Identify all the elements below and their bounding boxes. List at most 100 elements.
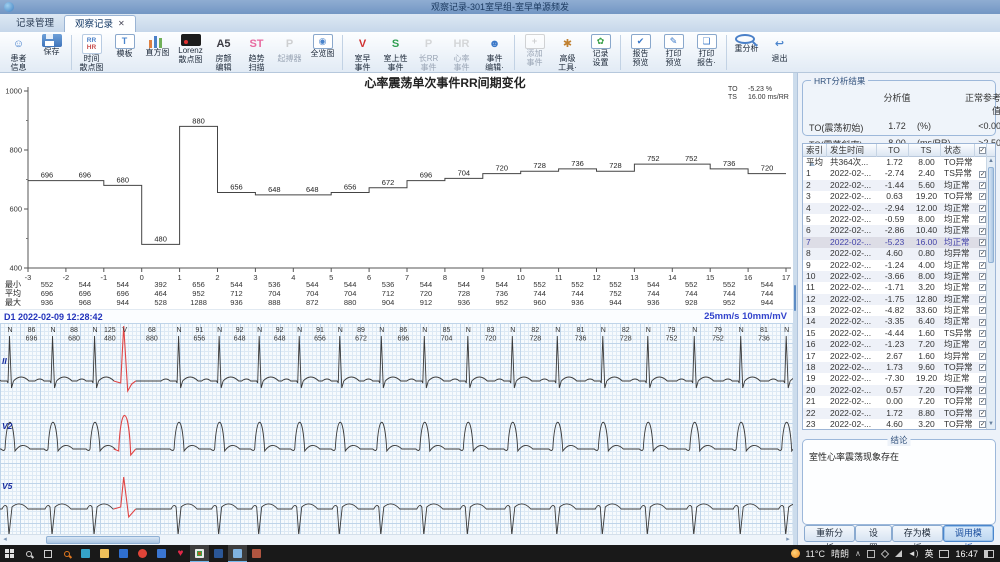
row-checkbox[interactable]: ✓ — [979, 262, 986, 269]
toolbar-record-settings-button[interactable]: ✿记录设置 — [584, 33, 617, 72]
row-checkbox[interactable]: ✓ — [979, 182, 986, 189]
table-row[interactable]: 82022-02-...4.600.80均异常✓ — [803, 248, 995, 259]
toolbar-event-edit-button[interactable]: ☻事件编辑· — [478, 33, 511, 72]
row-checkbox[interactable]: ✓ — [979, 364, 986, 371]
select-all-checkbox[interactable]: ✓ — [979, 147, 986, 154]
table-row[interactable]: 22022-02-...-1.445.60均正常✓ — [803, 180, 995, 191]
table-row[interactable]: 72022-02-...-5.2316.00均正常✓ — [803, 237, 995, 248]
row-checkbox[interactable]: ✓ — [979, 250, 986, 257]
toolbar-af-edit-button[interactable]: A5房颤编辑 — [207, 33, 240, 72]
table-row[interactable]: 132022-02-...-4.8233.60均正常✓ — [803, 305, 995, 316]
volume-icon[interactable]: ◄) — [908, 549, 919, 558]
toolbar-lorenz-scatter-button[interactable]: Lorenz散点图 — [174, 33, 207, 72]
row-checkbox[interactable]: ✓ — [979, 421, 986, 428]
table-row[interactable]: 122022-02-...-1.7512.80均正常✓ — [803, 294, 995, 305]
table-row[interactable]: 182022-02-...1.739.60TO异常✓ — [803, 362, 995, 373]
table-row[interactable]: 162022-02-...-1.237.20均正常✓ — [803, 339, 995, 350]
toolbar-print-preview-button[interactable]: ✎打印预览 — [657, 33, 690, 72]
taskbar-app-red-icon[interactable] — [247, 545, 266, 562]
security-tray-icon[interactable] — [881, 549, 889, 557]
table-row[interactable]: 32022-02-...0.6319.20TO异常✓ — [803, 191, 995, 202]
table-row[interactable]: 232022-02-...4.603.20TO异常✓ — [803, 419, 995, 430]
weather-sun-icon[interactable] — [791, 549, 800, 558]
row-checkbox[interactable]: ✓ — [979, 387, 986, 394]
taskbar-photos-icon[interactable] — [114, 545, 133, 562]
row-checkbox[interactable]: ✓ — [979, 284, 986, 291]
row-checkbox[interactable]: ✓ — [979, 296, 986, 303]
tab-observe-record[interactable]: 观察记录 ✕ — [64, 15, 136, 32]
ecg-horizontal-scrollbar[interactable]: ◂ ▸ — [0, 534, 793, 545]
toolbar-pvc-event-button[interactable]: V室早事件 — [346, 33, 379, 72]
toolbar-trend-scan-button[interactable]: ST趋势扫描 — [240, 33, 273, 72]
load-template-button[interactable]: 调用模板 — [943, 525, 994, 542]
toolbar-rr-hr-scatter-button[interactable]: RRHR时间散点图 — [75, 33, 108, 72]
table-row[interactable]: 152022-02-...-4.441.60TS异常✓ — [803, 328, 995, 339]
row-checkbox[interactable]: ✓ — [979, 319, 986, 326]
taskbar-chrome-icon[interactable] — [133, 545, 152, 562]
taskbar-ecg-app-icon[interactable] — [228, 545, 247, 562]
row-checkbox[interactable]: ✓ — [979, 193, 986, 200]
taskbar-task-view-icon[interactable] — [38, 545, 57, 562]
input-language-indicator[interactable]: 英 — [924, 547, 933, 560]
row-checkbox[interactable]: ✓ — [979, 330, 986, 337]
table-row[interactable]: 62022-02-...-2.8610.40均正常✓ — [803, 225, 995, 236]
row-checkbox[interactable]: ✓ — [979, 341, 986, 348]
column-header-index[interactable]: 索引 — [803, 144, 827, 157]
row-checkbox[interactable]: ✓ — [979, 273, 986, 280]
column-header-to[interactable]: TO — [877, 144, 909, 157]
toolbar-report-preview-button[interactable]: ✔报告预览 — [624, 33, 657, 72]
row-checkbox[interactable]: ✓ — [979, 171, 986, 178]
taskbar-file-explorer-icon[interactable] — [95, 545, 114, 562]
table-row[interactable]: 212022-02-...0.007.20TO异常✓ — [803, 396, 995, 407]
table-row[interactable]: 92022-02-...-1.244.00均正常✓ — [803, 260, 995, 271]
row-checkbox[interactable]: ✓ — [979, 376, 986, 383]
reanalyze-button[interactable]: 重新分析 — [804, 525, 855, 542]
column-header-ts[interactable]: TS — [909, 144, 941, 157]
column-header-checkbox[interactable]: ✓ — [975, 144, 987, 157]
toolbar-print-report-button[interactable]: ❏打印报告· — [690, 33, 723, 72]
scrollbar-thumb[interactable] — [988, 167, 994, 263]
scrollbar-thumb[interactable] — [46, 536, 160, 544]
table-row[interactable]: 202022-02-...0.577.20TO异常✓ — [803, 385, 995, 396]
toolbar-histogram-button[interactable]: 直方图 — [141, 33, 174, 72]
row-checkbox[interactable]: ✓ — [979, 228, 986, 235]
scroll-up-icon[interactable]: ▲ — [987, 157, 995, 166]
tray-expand-icon[interactable]: ∧ — [855, 549, 861, 558]
notification-center-icon[interactable] — [984, 550, 994, 558]
hrt-chart-panel[interactable]: 心率震荡单次事件RR间期变化TO-5.23 %TS16.00 ms/RR4006… — [0, 73, 793, 310]
table-row[interactable]: 平均共364次...1.728.00TO异常 — [803, 157, 995, 168]
row-checkbox[interactable]: ✓ — [979, 353, 986, 360]
column-header-status[interactable]: 状态 — [941, 144, 975, 157]
scroll-left-icon[interactable]: ◂ — [0, 535, 10, 545]
toolbar-reanalyze-button[interactable]: 重分析 — [730, 33, 763, 72]
row-checkbox[interactable]: ✓ — [979, 307, 986, 314]
display-tray-icon[interactable] — [867, 550, 875, 558]
table-row[interactable]: 102022-02-...-3.668.00均正常✓ — [803, 271, 995, 282]
taskbar-holter-app-icon[interactable] — [190, 545, 209, 562]
row-checkbox[interactable]: ✓ — [979, 410, 986, 417]
taskbar-app-blue-icon[interactable] — [152, 545, 171, 562]
save-as-template-button[interactable]: 存为模板 — [892, 525, 943, 542]
table-row[interactable]: 222022-02-...1.728.80TO异常✓ — [803, 408, 995, 419]
weather-desc[interactable]: 晴朗 — [831, 547, 849, 560]
taskbar-edge-icon[interactable] — [76, 545, 95, 562]
toolbar-patient-info-button[interactable]: ☺患者信息 — [2, 33, 35, 72]
taskbar-heart-app-icon[interactable]: ♥ — [171, 545, 190, 562]
column-header-time[interactable]: 发生时间 — [827, 144, 877, 157]
weather-temp[interactable]: 11°C — [806, 549, 825, 559]
tab-close-icon[interactable]: ✕ — [118, 20, 125, 28]
toolbar-overview-button[interactable]: ◉全览图 — [306, 33, 339, 72]
taskbar-start-icon[interactable] — [0, 545, 19, 562]
toolbar-advanced-tools-button[interactable]: ✱高级工具· — [551, 33, 584, 72]
scroll-right-icon[interactable]: ▸ — [783, 535, 793, 545]
scroll-down-icon[interactable]: ▼ — [987, 420, 995, 429]
table-row[interactable]: 112022-02-...-1.713.20均正常✓ — [803, 282, 995, 293]
row-checkbox[interactable]: ✓ — [979, 205, 986, 212]
row-checkbox[interactable]: ✓ — [979, 398, 986, 405]
table-row[interactable]: 12022-02-...-2.742.40TS异常✓ — [803, 168, 995, 179]
table-row[interactable]: 142022-02-...-3.356.40均正常✓ — [803, 316, 995, 327]
clock[interactable]: 16:47 — [955, 549, 978, 559]
toolbar-exit-button[interactable]: ↩退出 — [763, 33, 796, 72]
settings-button[interactable]: 设置 — [855, 525, 892, 542]
ecg-strip-canvas[interactable]: IIV2V5NNNVNNNNNNNNNNNNNNN866968868012548… — [0, 323, 793, 534]
